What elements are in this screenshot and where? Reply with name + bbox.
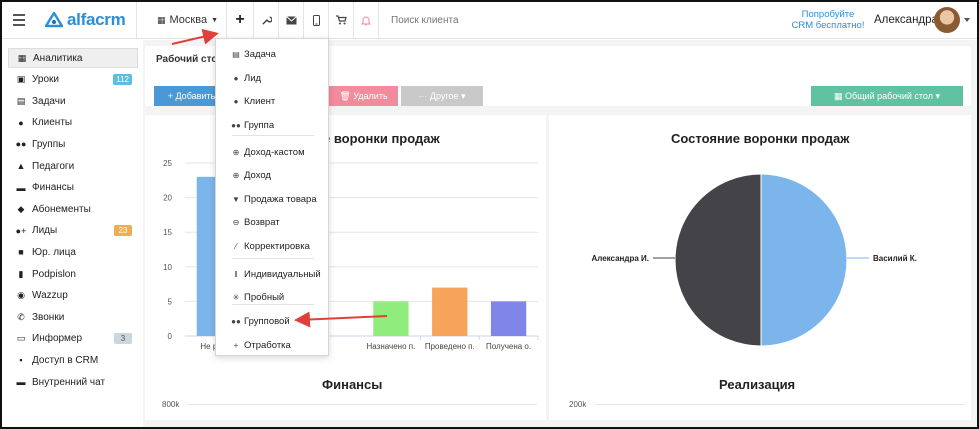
arrow-to-add-icon	[171, 28, 219, 45]
arrow-to-group-item	[294, 311, 388, 328]
app-window: alfacrm ▦ Москва ▼ + Поиск клиента Попро…	[0, 0, 979, 429]
annotation-arrows	[171, 28, 388, 328]
